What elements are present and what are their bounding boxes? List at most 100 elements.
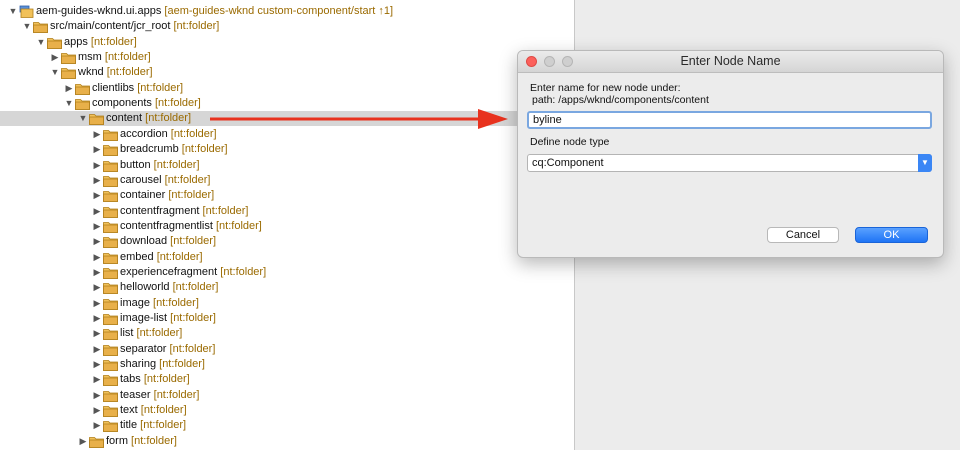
node-type-tag: [nt:folder] bbox=[134, 81, 184, 94]
project-icon bbox=[19, 5, 34, 18]
collapsed-chevron-icon[interactable]: ▶ bbox=[92, 127, 102, 142]
collapsed-chevron-icon[interactable]: ▶ bbox=[92, 142, 102, 157]
node-name: aem-guides-wknd.ui.apps bbox=[36, 5, 162, 17]
tree-row[interactable]: ▼ wknd [nt:folder] bbox=[0, 65, 574, 80]
folder-icon bbox=[103, 174, 118, 187]
tree-row-label: contentfragment [nt:folder] bbox=[120, 204, 248, 219]
node-name: breadcrumb bbox=[120, 143, 179, 156]
tree-row[interactable]: ▶ image [nt:folder] bbox=[0, 296, 574, 311]
tree-row[interactable]: ▶ contentfragmentlist [nt:folder] bbox=[0, 219, 574, 234]
node-type-tag: [nt:folder] bbox=[212, 219, 262, 232]
collapsed-chevron-icon[interactable]: ▶ bbox=[92, 188, 102, 203]
tree-row[interactable]: ▶ experiencefragment [nt:folder] bbox=[0, 265, 574, 280]
collapsed-chevron-icon[interactable]: ▶ bbox=[92, 326, 102, 341]
collapsed-chevron-icon[interactable]: ▶ bbox=[92, 219, 102, 234]
collapsed-chevron-icon[interactable]: ▶ bbox=[92, 265, 102, 280]
tree-row[interactable]: ▶ download [nt:folder] bbox=[0, 234, 574, 249]
collapsed-chevron-icon[interactable]: ▶ bbox=[92, 372, 102, 387]
node-name: apps bbox=[64, 35, 88, 48]
tree-row[interactable]: ▶ clientlibs [nt:folder] bbox=[0, 81, 574, 96]
ok-button[interactable]: OK bbox=[855, 227, 928, 243]
node-type-select[interactable]: cq:Component ▼ bbox=[527, 154, 932, 172]
tree-row[interactable]: ▶ breadcrumb [nt:folder] bbox=[0, 142, 574, 157]
collapsed-chevron-icon[interactable]: ▶ bbox=[92, 280, 102, 295]
node-name: contentfragmentlist bbox=[120, 219, 213, 232]
tree-row[interactable]: ▶ carousel [nt:folder] bbox=[0, 173, 574, 188]
node-name: sharing bbox=[120, 358, 157, 371]
tree-row[interactable]: ▼ src/main/content/jcr_root [nt:folder] bbox=[0, 19, 574, 34]
expanded-chevron-icon[interactable]: ▼ bbox=[36, 35, 46, 50]
node-name: image bbox=[120, 296, 150, 309]
node-type-tag: [nt:folder] bbox=[169, 281, 219, 294]
collapsed-chevron-icon[interactable]: ▶ bbox=[78, 434, 88, 449]
collapsed-chevron-icon[interactable]: ▶ bbox=[64, 81, 74, 96]
node-type-tag: [nt:folder] bbox=[156, 358, 205, 371]
collapsed-chevron-icon[interactable]: ▶ bbox=[92, 311, 102, 326]
tree-row[interactable]: ▶ title [nt:folder] bbox=[0, 418, 574, 433]
collapsed-chevron-icon[interactable]: ▶ bbox=[92, 173, 102, 188]
tree-row[interactable]: ▶ teaser [nt:folder] bbox=[0, 388, 574, 403]
tree-row[interactable]: ▶ button [nt:folder] bbox=[0, 158, 574, 173]
expanded-chevron-icon[interactable]: ▼ bbox=[50, 65, 60, 80]
tree-row[interactable]: ▶ embed [nt:folder] bbox=[0, 250, 574, 265]
tree-row[interactable]: ▶ text [nt:folder] bbox=[0, 403, 574, 418]
expanded-chevron-icon[interactable]: ▼ bbox=[8, 4, 18, 19]
folder-icon bbox=[61, 66, 76, 80]
expanded-chevron-icon[interactable]: ▼ bbox=[64, 96, 74, 111]
collapsed-chevron-icon[interactable]: ▶ bbox=[92, 357, 102, 372]
git-branch-decoration: [aem-guides-wknd custom-component/start … bbox=[161, 5, 394, 17]
enter-node-name-dialog: Enter Node Name Enter name for new node … bbox=[517, 50, 944, 258]
tree-row[interactable]: ▶ sharing [nt:folder] bbox=[0, 357, 574, 372]
chevron-down-icon[interactable]: ▼ bbox=[918, 154, 932, 172]
tree-row[interactable]: ▶ contentfragment [nt:folder] bbox=[0, 204, 574, 219]
expanded-chevron-icon[interactable]: ▼ bbox=[78, 111, 88, 126]
node-type-tag: [nt:folder] bbox=[167, 235, 217, 248]
tree-row-label: form [nt:folder] bbox=[106, 434, 177, 449]
folder-icon bbox=[33, 20, 48, 34]
collapsed-chevron-icon[interactable]: ▶ bbox=[92, 158, 102, 173]
collapsed-chevron-icon[interactable]: ▶ bbox=[92, 403, 102, 418]
expanded-chevron-icon[interactable]: ▼ bbox=[22, 19, 32, 34]
node-type-tag: [nt:folder] bbox=[149, 296, 199, 309]
collapsed-chevron-icon[interactable]: ▶ bbox=[92, 296, 102, 311]
node-name-input[interactable] bbox=[527, 111, 932, 129]
folder-icon bbox=[103, 205, 118, 218]
node-name: wknd bbox=[78, 66, 104, 79]
collapsed-chevron-icon[interactable]: ▶ bbox=[50, 50, 60, 65]
tree-row-label: components [nt:folder] bbox=[92, 96, 201, 111]
dialog-title: Enter Node Name bbox=[680, 54, 781, 68]
folder-icon bbox=[103, 251, 118, 264]
tree-row[interactable]: ▶ form [nt:folder] bbox=[0, 434, 574, 449]
folder-icon bbox=[103, 281, 118, 295]
node-type-tag: [nt:folder] bbox=[142, 112, 192, 125]
tree-row-label: button [nt:folder] bbox=[120, 158, 200, 173]
tree-row[interactable]: ▶ msm [nt:folder] bbox=[0, 50, 574, 65]
collapsed-chevron-icon[interactable]: ▶ bbox=[92, 418, 102, 433]
tree-row-label: apps [nt:folder] bbox=[64, 35, 137, 50]
node-name: list bbox=[120, 327, 134, 340]
tree-row[interactable]: ▶ tabs [nt:folder] bbox=[0, 372, 574, 387]
tree-row[interactable]: ▶ container [nt:folder] bbox=[0, 188, 574, 203]
tree-row[interactable]: ▶ separator [nt:folder] bbox=[0, 342, 574, 357]
folder-icon bbox=[103, 389, 118, 402]
tree-row[interactable]: ▶ list [nt:folder] bbox=[0, 326, 574, 341]
cancel-button[interactable]: Cancel bbox=[767, 227, 839, 243]
tree-row-label: download [nt:folder] bbox=[120, 234, 216, 249]
project-explorer-tree: ▼ aem-guides-wknd.ui.apps [aem-guides-wkn… bbox=[0, 0, 574, 450]
node-name: components bbox=[92, 97, 152, 110]
collapsed-chevron-icon[interactable]: ▶ bbox=[92, 250, 102, 265]
collapsed-chevron-icon[interactable]: ▶ bbox=[92, 204, 102, 219]
node-type-tag: [nt:folder] bbox=[161, 173, 211, 186]
tree-row[interactable]: ▼ apps [nt:folder] bbox=[0, 35, 574, 50]
tree-row[interactable]: ▶ helloworld [nt:folder] bbox=[0, 280, 574, 295]
tree-row[interactable]: ▼ aem-guides-wknd.ui.apps [aem-guides-wkn… bbox=[0, 4, 574, 19]
tree-row-label: sharing [nt:folder] bbox=[120, 357, 205, 372]
node-name: button bbox=[120, 158, 151, 171]
node-type-tag: [nt:folder] bbox=[137, 419, 187, 432]
collapsed-chevron-icon[interactable]: ▶ bbox=[92, 234, 102, 249]
dialog-titlebar[interactable]: Enter Node Name bbox=[518, 51, 943, 73]
collapsed-chevron-icon[interactable]: ▶ bbox=[92, 342, 102, 357]
node-name: container bbox=[120, 189, 166, 202]
tree-row[interactable]: ▶ image-list [nt:folder] bbox=[0, 311, 574, 326]
collapsed-chevron-icon[interactable]: ▶ bbox=[92, 388, 102, 403]
